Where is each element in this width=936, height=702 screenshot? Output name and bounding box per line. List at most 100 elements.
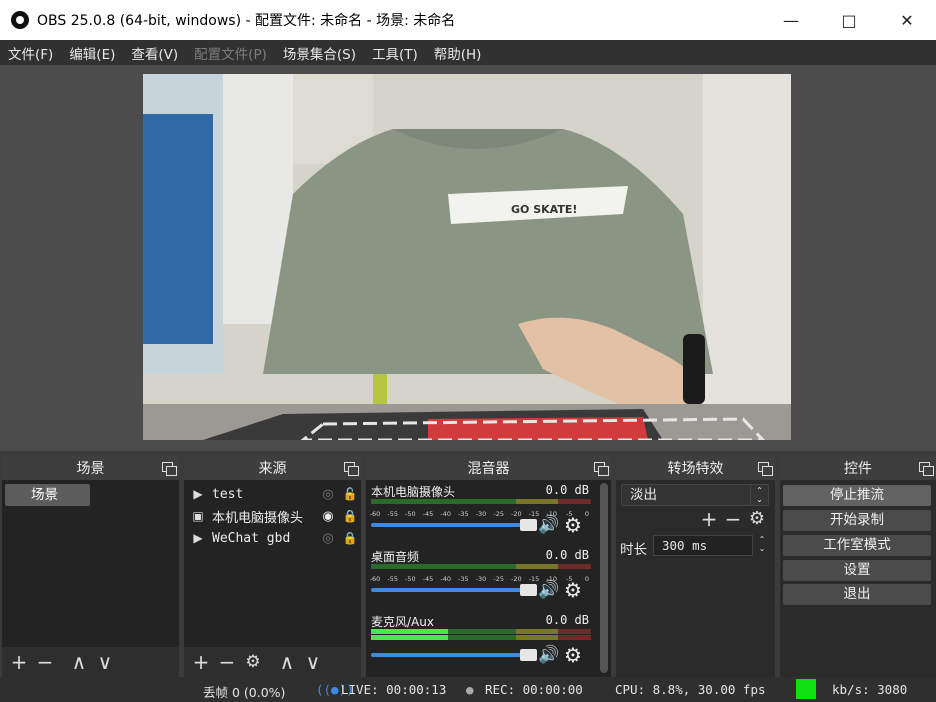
slider-handle[interactable] xyxy=(520,584,537,596)
close-icon[interactable]: ✕ xyxy=(878,0,936,40)
scale-tick-label: -60 xyxy=(369,575,381,583)
menu-profile[interactable]: 配置文件(P) xyxy=(186,43,275,63)
rec-timer: REC: 00:00:00 xyxy=(485,682,583,697)
dropped-frames: 丢帧 0 (0.0%) xyxy=(203,685,286,700)
move-up-icon[interactable]: ∧ xyxy=(276,651,298,673)
volume-slider[interactable] xyxy=(371,519,537,531)
gear-icon[interactable]: ⚙ xyxy=(564,643,582,667)
scenes-list[interactable]: 场景 xyxy=(2,480,179,647)
add-icon[interactable]: + xyxy=(698,508,720,530)
studio-mode-button[interactable]: 工作室模式 xyxy=(783,535,931,556)
scale-tick-label: -50 xyxy=(405,575,416,583)
settings-button[interactable]: 设置 xyxy=(783,560,931,581)
channel-db: 0.0 dB xyxy=(545,613,589,627)
undock-icon[interactable] xyxy=(594,462,609,476)
controls-title: 控件 xyxy=(844,461,872,477)
lock-icon[interactable]: 🔒 xyxy=(339,531,361,545)
status-bar: 丢帧 0 (0.0%) ((●)) LIVE: 00:00:13 ● REC: … xyxy=(0,677,936,702)
unlock-icon[interactable]: 🔓 xyxy=(339,487,361,501)
remove-icon[interactable]: − xyxy=(722,508,744,530)
channel-db: 0.0 dB xyxy=(545,483,589,497)
scale-tick-label: -30 xyxy=(475,510,487,518)
scale-tick-label: -45 xyxy=(422,575,434,583)
connection-status-indicator xyxy=(796,679,816,699)
transitions-title: 转场特效 xyxy=(667,461,724,477)
channel-db: 0.0 dB xyxy=(545,548,589,562)
scale-tick-label: -25 xyxy=(493,510,504,518)
eye-hidden-icon[interactable]: ◎ xyxy=(317,487,339,502)
menu-view[interactable]: 查看(V) xyxy=(123,43,186,63)
scale-tick-label: -55 xyxy=(387,575,398,583)
scale-tick-label: -45 xyxy=(422,510,434,518)
duration-spinner-icon[interactable]: ⌃ ⌄ xyxy=(755,535,769,556)
shirt-text: GO SKATE! xyxy=(511,203,577,216)
scale-tick-label: -35 xyxy=(458,575,469,583)
channel-name: 麦克风/Aux xyxy=(371,615,434,629)
sources-list[interactable]: ▶ test ◎ 🔓 ▣ 本机电脑摄像头 ◉ 🔒 ▶ WeChat gbd ◎ … xyxy=(184,480,361,647)
gear-icon[interactable]: ⚙ xyxy=(564,513,582,537)
menu-tools[interactable]: 工具(T) xyxy=(364,43,426,63)
speaker-icon[interactable]: 🔊 xyxy=(538,580,559,600)
select-arrows-icon[interactable]: ⌃ ⌄ xyxy=(750,485,768,505)
exit-button[interactable]: 退出 xyxy=(783,584,931,605)
source-row[interactable]: ▣ 本机电脑摄像头 ◉ 🔒 xyxy=(184,505,361,527)
gear-icon[interactable]: ⚙ xyxy=(564,578,582,602)
window-title: OBS 25.0.8 (64-bit, windows) - 配置文件: 未命名… xyxy=(37,13,456,29)
undock-icon[interactable] xyxy=(162,462,177,476)
menu-file[interactable]: 文件(F) xyxy=(0,43,61,63)
mixer-header: 混音器 xyxy=(366,456,611,480)
slider-handle[interactable] xyxy=(520,649,537,661)
scale-tick-label: -35 xyxy=(458,510,469,518)
scenes-toolbar: + − ∧ ∨ xyxy=(2,647,179,677)
source-name: test xyxy=(212,486,244,502)
preview-area[interactable]: GO SKATE! xyxy=(0,65,936,451)
remove-icon[interactable]: − xyxy=(34,651,56,673)
scenes-title: 场景 xyxy=(76,461,105,477)
speaker-icon[interactable]: 🔊 xyxy=(538,645,559,665)
camera-icon: ▣ xyxy=(192,509,204,523)
eye-icon[interactable]: ◉ xyxy=(317,509,339,524)
minimize-icon[interactable]: — xyxy=(762,0,820,40)
menu-help[interactable]: 帮助(H) xyxy=(426,43,490,63)
volume-slider[interactable] xyxy=(371,584,537,596)
add-icon[interactable]: + xyxy=(8,651,30,673)
volume-slider[interactable] xyxy=(371,649,537,661)
sources-dock: 来源 ▶ test ◎ 🔓 ▣ 本机电脑摄像头 ◉ 🔒 ▶ WeChat gbd… xyxy=(184,456,361,677)
undock-icon[interactable] xyxy=(344,462,359,476)
eye-hidden-icon[interactable]: ◎ xyxy=(317,531,339,546)
duration-label: 时长 xyxy=(620,542,647,558)
transitions-header: 转场特效 xyxy=(616,456,775,480)
cpu-fps: CPU: 8.8%, 30.00 fps xyxy=(615,682,766,697)
mixer-scrollbar[interactable] xyxy=(600,483,608,673)
source-row[interactable]: ▶ WeChat gbd ◎ 🔒 xyxy=(184,527,361,549)
source-row[interactable]: ▶ test ◎ 🔓 xyxy=(184,483,361,505)
slider-handle[interactable] xyxy=(520,519,537,531)
meter-fill xyxy=(371,629,448,634)
scene-item[interactable]: 场景 xyxy=(5,484,90,506)
bitrate: kb/s: 3080 xyxy=(832,682,908,697)
record-icon: ● xyxy=(466,682,474,697)
move-up-icon[interactable]: ∧ xyxy=(68,651,90,673)
webcam-preview[interactable]: GO SKATE! xyxy=(143,74,791,440)
speaker-icon[interactable]: 🔊 xyxy=(538,515,559,535)
maximize-icon[interactable]: □ xyxy=(820,0,878,40)
move-down-icon[interactable]: ∨ xyxy=(94,651,116,673)
mixer-channel: 本机电脑摄像头 0.0 dB -60 -55 -50 -45 -40 -35 -30 -25-… xyxy=(369,483,593,545)
move-down-icon[interactable]: ∨ xyxy=(302,651,324,673)
undock-icon[interactable] xyxy=(758,462,773,476)
transition-select[interactable]: 淡出 ⌃ ⌄ xyxy=(621,484,769,506)
scale-tick-label: -40 xyxy=(440,510,451,518)
menu-edit[interactable]: 编辑(E) xyxy=(61,43,123,63)
remove-icon[interactable]: − xyxy=(216,651,238,673)
gear-icon[interactable]: ⚙ xyxy=(242,651,264,673)
gear-icon[interactable]: ⚙ xyxy=(746,508,768,530)
transition-buttons: + − ⚙ xyxy=(698,508,768,530)
meter-fill xyxy=(371,635,448,640)
stop-streaming-button[interactable]: 停止推流 xyxy=(783,485,931,506)
add-icon[interactable]: + xyxy=(190,651,212,673)
start-recording-button[interactable]: 开始录制 xyxy=(783,510,931,531)
lock-icon[interactable]: 🔒 xyxy=(339,509,361,523)
undock-icon[interactable] xyxy=(919,462,934,476)
duration-input[interactable]: 300 ms xyxy=(653,535,753,556)
menu-scene-collection[interactable]: 场景集合(S) xyxy=(275,43,364,63)
